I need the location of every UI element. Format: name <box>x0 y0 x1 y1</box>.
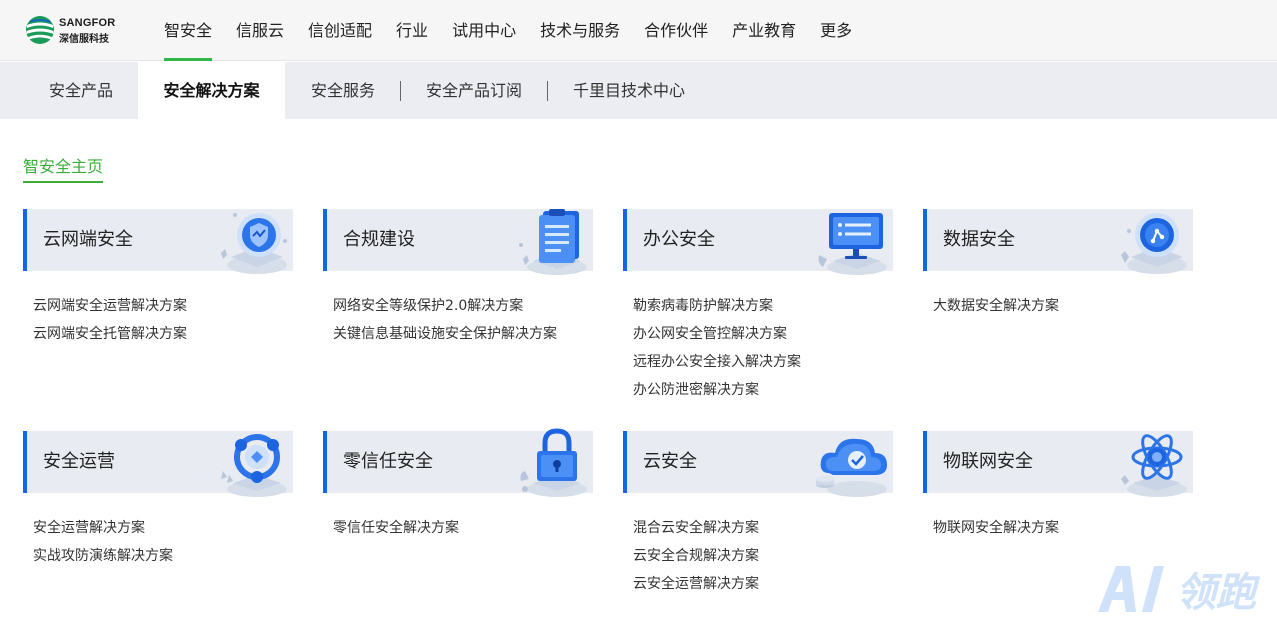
nav-item-industry[interactable]: 行业 <box>384 0 440 61</box>
card-header[interactable]: 零信任安全 <box>323 428 593 497</box>
card-header[interactable]: 物联网安全 <box>923 431 1193 497</box>
card-link-list: 网络安全等级保护2.0解决方案 关键信息基础设施安全保护解决方案 <box>323 292 593 348</box>
card-title: 安全运营 <box>43 451 115 472</box>
solution-link[interactable]: 勒索病毒防护解决方案 <box>633 292 893 320</box>
solution-link[interactable]: 混合云安全解决方案 <box>633 514 893 542</box>
card-link-list: 物联网安全解决方案 <box>923 514 1193 542</box>
smart-security-home-link[interactable]: 智安全主页 <box>23 153 104 183</box>
nav-item-cloud[interactable]: 信服云 <box>224 0 296 61</box>
globe-logo-icon <box>26 16 54 44</box>
solution-link[interactable]: 云安全合规解决方案 <box>633 542 893 570</box>
card-title: 零信任安全 <box>343 451 433 472</box>
card-header[interactable]: 安全运营 <box>23 431 293 497</box>
solution-link[interactable]: 大数据安全解决方案 <box>933 292 1193 320</box>
solution-card-office-security: 办公安全 勒索病毒防护解决方案 办公网安全管控解决方案 远程办公安全接入解决方案… <box>623 209 893 404</box>
solution-card-iot-security: 物联网安全 物联网安全解决方案 <box>923 431 1193 542</box>
card-header[interactable]: 云安全 <box>623 431 893 497</box>
solution-link[interactable]: 云网端安全运营解决方案 <box>33 292 293 320</box>
card-title: 云安全 <box>643 451 697 472</box>
solution-link[interactable]: 关键信息基础设施安全保护解决方案 <box>333 320 593 348</box>
card-title: 办公安全 <box>643 229 715 250</box>
solution-card-data-security: 数据安全 大数据安全解决方案 <box>923 209 1193 320</box>
top-navigation-bar: SANGFOR 深信服科技 智安全 信服云 信创适配 行业 试用中心 技术与服务… <box>0 0 1277 61</box>
solution-link[interactable]: 实战攻防演练解决方案 <box>33 542 293 570</box>
sangfor-logo[interactable]: SANGFOR 深信服科技 <box>24 14 124 46</box>
subnav-security-solutions[interactable]: 安全解决方案 <box>138 62 285 119</box>
solution-link[interactable]: 安全运营解决方案 <box>33 514 293 542</box>
solution-link[interactable]: 办公网安全管控解决方案 <box>633 320 893 348</box>
nav-item-education[interactable]: 产业教育 <box>720 0 808 61</box>
solution-link[interactable]: 网络安全等级保护2.0解决方案 <box>333 292 593 320</box>
card-title: 云网端安全 <box>43 229 133 250</box>
solution-link[interactable]: 零信任安全解决方案 <box>333 514 593 542</box>
shield-icon <box>221 213 287 274</box>
svg-text:领跑: 领跑 <box>1176 570 1261 616</box>
nav-item-more[interactable]: 更多 <box>808 0 864 61</box>
solution-link[interactable]: 云安全运营解决方案 <box>633 570 893 598</box>
nav-item-tech-service[interactable]: 技术与服务 <box>528 0 632 61</box>
nav-item-partners[interactable]: 合作伙伴 <box>632 0 720 61</box>
main-nav: 智安全 信服云 信创适配 行业 试用中心 技术与服务 合作伙伴 产业教育 更多 <box>152 0 864 61</box>
subnav-divider <box>547 81 548 101</box>
data-network-icon <box>1121 213 1187 274</box>
solution-card-zero-trust: 零信任安全 零信任安全解决方案 <box>323 428 593 542</box>
ai-watermark-logo: 领跑 <box>1098 566 1261 616</box>
lock-icon <box>520 428 587 497</box>
solution-link[interactable]: 办公防泄密解决方案 <box>633 376 893 404</box>
card-title: 数据安全 <box>943 229 1015 250</box>
subnav-product-subscription[interactable]: 安全产品订阅 <box>426 62 522 119</box>
atom-icon <box>1121 434 1187 497</box>
solution-card-security-operations: 安全运营 安全运营解决方案 实战攻防演练解决方案 <box>23 431 293 570</box>
card-title: 合规建设 <box>343 229 415 250</box>
solution-link[interactable]: 云网端安全托管解决方案 <box>33 320 293 348</box>
sub-navigation-bar: 安全产品 安全解决方案 安全服务 安全产品订阅 千里目技术中心 <box>0 62 1277 119</box>
card-link-list: 大数据安全解决方案 <box>923 292 1193 320</box>
subnav-divider <box>400 81 401 101</box>
ops-cycle-icon <box>221 434 287 497</box>
solution-link[interactable]: 远程办公安全接入解决方案 <box>633 348 893 376</box>
card-link-list: 混合云安全解决方案 云安全合规解决方案 云安全运营解决方案 <box>623 514 893 598</box>
card-header[interactable]: 云网端安全 <box>23 209 293 274</box>
subnav-security-products[interactable]: 安全产品 <box>49 62 113 119</box>
cloud-check-icon <box>816 438 887 497</box>
card-title: 物联网安全 <box>943 451 1033 472</box>
card-header[interactable]: 合规建设 <box>323 209 593 275</box>
card-header[interactable]: 办公安全 <box>623 209 893 275</box>
card-header[interactable]: 数据安全 <box>923 209 1193 274</box>
clipboard-icon <box>519 209 587 275</box>
card-link-list: 零信任安全解决方案 <box>323 514 593 542</box>
card-link-list: 勒索病毒防护解决方案 办公网安全管控解决方案 远程办公安全接入解决方案 办公防泄… <box>623 292 893 404</box>
solution-card-cloud-network-endpoint: 云网端安全 云网端安全运营解决方案 云网端安全托管解决方案 <box>23 209 293 348</box>
nav-item-xinchuang[interactable]: 信创适配 <box>296 0 384 61</box>
card-link-list: 安全运营解决方案 实战攻防演练解决方案 <box>23 514 293 570</box>
nav-item-smart-security[interactable]: 智安全 <box>152 0 224 61</box>
solution-card-cloud-security: 云安全 混合云安全解决方案 云安全合规解决方案 云安全运营解决方案 <box>623 431 893 598</box>
subnav-security-services[interactable]: 安全服务 <box>311 62 375 119</box>
solution-card-compliance: 合规建设 网络安全等级保护2.0解决方案 关键信息基础设施安全保护解决方案 <box>323 209 593 348</box>
brand-name-en: SANGFOR <box>59 17 116 29</box>
solution-link[interactable]: 物联网安全解决方案 <box>933 514 1193 542</box>
monitor-icon <box>818 213 887 275</box>
brand-name-cn: 深信服科技 <box>59 34 109 45</box>
nav-item-trial-center[interactable]: 试用中心 <box>440 0 528 61</box>
subnav-qianlimu-tech-center[interactable]: 千里目技术中心 <box>573 62 685 119</box>
card-link-list: 云网端安全运营解决方案 云网端安全托管解决方案 <box>23 292 293 348</box>
